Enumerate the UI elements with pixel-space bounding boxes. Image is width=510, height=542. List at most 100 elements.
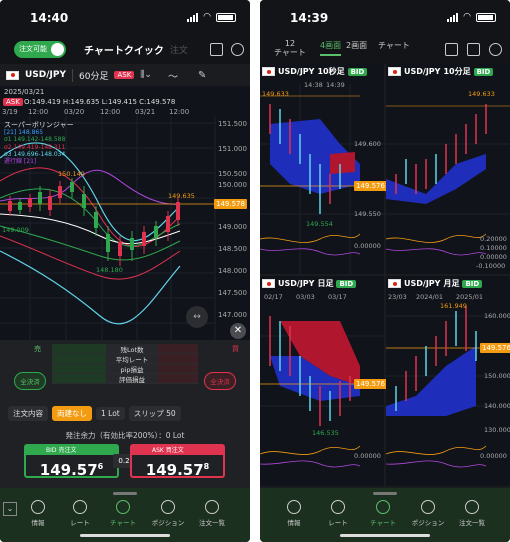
us-jp-flag-icon [388,67,401,76]
timeframe-selector[interactable]: 60分足 [72,68,108,82]
tab-2-screens[interactable]: 2画面 [346,40,367,51]
wifi-icon: ◠ [463,12,471,22]
resize-handle-icon[interactable]: ↔ [186,306,208,328]
nav-label: 注文一覧 [459,519,485,527]
close-icon[interactable]: ✕ [230,323,246,339]
table-row: 平均レート [52,354,198,364]
order-enabled-toggle[interactable]: 注文可能 [14,40,66,58]
draw-tool-icon[interactable]: ✎ [198,70,206,81]
nav-label: レート [328,519,348,527]
candlestick-icon [116,500,130,514]
nav-chart[interactable]: チャート [101,500,145,527]
sheet-handle[interactable] [373,492,397,495]
x-label: 2025/01 [456,293,484,301]
position-icon [421,500,435,514]
timeframe[interactable]: 日足 [317,278,333,289]
timeframe[interactable]: 月足 [443,278,459,289]
bid-badge: BID [336,279,357,288]
legend-s3: σ3 149.696-148.034 [4,150,66,158]
annot-left-mid: 149.009 [2,226,29,234]
gear-icon[interactable] [231,42,244,56]
annot-mid-high: 150.149 [58,170,85,178]
nav-rate[interactable]: レート [58,500,102,527]
x-label: 14:39 [326,81,345,89]
tab-chart[interactable]: チャート [378,40,410,51]
nav-rate[interactable]: レート [316,500,360,527]
chart-header: USD/JPY 月足 BID [388,278,483,289]
status-indicators: ◠ [187,12,236,22]
tab-4-screens[interactable]: 4画面 [320,40,342,56]
screenshot-icon[interactable] [210,42,223,56]
tab-label: 12 [284,39,296,48]
us-jp-flag-icon [262,279,275,288]
signal-icon [447,12,459,22]
nav-label: チャート [370,519,396,527]
candle-type-icon[interactable]: ⫼⌄ [140,70,152,80]
rate-icon [331,500,345,514]
nav-label: チャート [110,519,136,527]
sub-label: 0.00000 [354,242,381,250]
order-panel: 売 買 残Lot数 平均レート pip損益 評価損益 全決済 全決済 注文内容 … [0,340,250,488]
screenshot-icon[interactable] [467,43,480,56]
mini-chart-10min[interactable]: USD/JPY 10分足 BID 149.633 0.20000 0.10000 0… [386,64,510,274]
indicator-title: スーパーボリンジャー [4,121,74,129]
bid-sub: 売注文 [58,447,77,454]
row-label: 残Lot数 [106,344,158,354]
low-label: 149.554 [306,220,333,228]
nav-position[interactable]: ポジション [406,500,450,527]
y-label: 149.600 [354,140,381,148]
ask-badge[interactable]: ASK [114,71,135,79]
nav-label: 情報 [287,519,301,527]
close-all-buy-button[interactable]: 全決済 [204,372,236,390]
collapse-icon[interactable]: ⌄ [3,502,17,516]
y-label: 150.500 [218,170,247,178]
mini-chart-10sec[interactable]: USD/JPY 10秒足 BID 14:38 14:39 149.633 149.6… [260,64,387,274]
slippage-input[interactable]: スリップ 50 [128,405,181,421]
bid-badge: BID [347,67,368,76]
timeframe[interactable]: 10秒足 [317,66,344,77]
main-chart[interactable]: 2025/03/21 ASK O:149.419 H:149.635 L:149… [0,86,250,340]
sub-label: 0.00000 [480,253,507,261]
row-label: 評価損益 [106,374,158,384]
price-tag: 149.576 [354,181,387,191]
x-label: 03/03 [296,293,315,301]
mini-chart-monthly[interactable]: USD/JPY 月足 BID 23/03 2024/01 2025/01 161.9… [386,276,510,486]
layout-grid-icon[interactable] [445,43,458,56]
indicator-icon[interactable]: 〜 [168,68,178,83]
order-tab-faded[interactable]: 注文 [170,43,188,56]
ask-buy-button[interactable]: ASK 買注文 149.578 [130,444,225,479]
candlestick-icon [376,500,390,514]
table-row: 評価損益 [52,374,198,384]
home-indicator [340,534,430,537]
top-toolbar: 注文可能 チャートクイック 注文 [0,34,250,64]
y-label: 151.500 [218,120,247,128]
hedge-toggle[interactable]: 両建なし [52,405,92,421]
nav-orders[interactable]: 注文一覧 [450,500,494,527]
symbol-selector[interactable]: USD/JPY [25,70,66,80]
nav-label: ポジション [151,519,185,527]
close-all-sell-button[interactable]: 全決済 [14,372,46,390]
nav-info[interactable]: 情報 [16,500,60,527]
nav-chart[interactable]: チャート [361,500,405,527]
high-label: 149.633 [468,90,495,98]
ask-price: 149.57 [145,461,204,479]
annot-high: 149.635 [168,192,195,200]
gear-icon[interactable] [489,43,502,56]
nav-orders[interactable]: 注文一覧 [190,500,234,527]
legend-s1: σ1 149.142-148.588 [4,136,66,144]
signal-icon [187,12,199,22]
bid-sell-button[interactable]: BID 売注文 149.576 [24,444,119,479]
mini-chart-daily[interactable]: USD/JPY 日足 BID 02/17 03/03 03/17 149.576 1… [260,276,387,486]
y-label: 147.000 [218,311,247,319]
nav-info[interactable]: 情報 [272,500,316,527]
sheet-handle[interactable] [113,492,137,495]
lot-input[interactable]: 1 Lot [96,406,125,420]
order-content-select[interactable]: 注文内容 [8,405,48,421]
ask-price-sup: 8 [203,462,210,471]
nav-position[interactable]: ポジション [146,500,190,527]
bid-badge: BID [473,67,494,76]
timeframe[interactable]: 10分足 [443,66,470,77]
ask-label: ASK [152,447,164,454]
symbol: USD/JPY [278,67,315,76]
tab-12-chart[interactable]: 12 チャート [274,39,306,57]
